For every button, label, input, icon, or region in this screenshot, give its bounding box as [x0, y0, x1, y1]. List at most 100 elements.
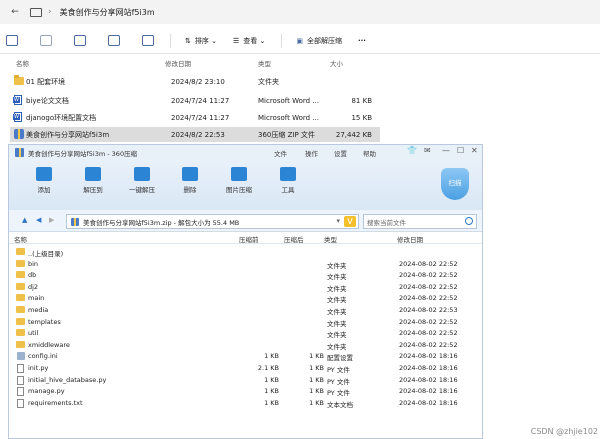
- zip-list-row[interactable]: main 文件夹 2024-08-02 22:52: [9, 293, 482, 305]
- zip-list-row[interactable]: media 文件夹 2024-08-02 22:53: [9, 305, 482, 317]
- zip-window: 美食创作与分享网站f5i3m - 360压缩 文件 操作 设置 帮助 👕 ✉ —…: [8, 144, 483, 439]
- list-item[interactable]: 01 配套环境 2024/8/2 23:10 文件夹: [10, 74, 380, 89]
- row-modified: 2024-08-02 22:52: [399, 329, 458, 338]
- row-modified: 2024-08-02 18:16: [399, 375, 458, 384]
- menu-settings[interactable]: 设置: [334, 148, 347, 158]
- back-icon[interactable]: ◀: [36, 216, 41, 224]
- forward-icon[interactable]: ▶: [49, 216, 54, 224]
- tools-button[interactable]: 工具: [268, 167, 308, 194]
- paste-icon[interactable]: [40, 35, 52, 46]
- row-name: ..(上级目录): [28, 250, 64, 258]
- word-doc-icon: [13, 95, 22, 105]
- sort-label: 排序: [194, 36, 209, 45]
- column-name[interactable]: 名称: [16, 58, 29, 68]
- zip-list-row[interactable]: db 文件夹 2024-08-02 22:52: [9, 270, 482, 282]
- delete-label: 删除: [183, 186, 197, 194]
- column-after[interactable]: 压缩后: [284, 234, 304, 244]
- zip-list-row[interactable]: init.py 2.1 KB 1 KB PY 文件 2024-08-02 18:16: [9, 363, 482, 375]
- view-button[interactable]: ☰ 查看 ⌄: [233, 36, 265, 46]
- column-size[interactable]: 大小: [330, 58, 343, 68]
- skin-icon[interactable]: 👕: [407, 146, 417, 155]
- back-icon[interactable]: ←: [0, 7, 30, 17]
- config-file-icon: [17, 352, 25, 361]
- minimize-icon[interactable]: —: [442, 146, 450, 155]
- zip-list-row[interactable]: xmiddleware 文件夹 2024-08-02 22:52: [9, 340, 482, 352]
- monitor-icon: [30, 7, 42, 17]
- row-type: 文件夹: [327, 296, 347, 305]
- list-item[interactable]: djanogo环境配置文档 2024/7/24 11:27 Microsoft …: [10, 110, 380, 125]
- column-compressed[interactable]: 压缩前: [239, 234, 259, 244]
- one-click-extract-button[interactable]: 一键解压: [122, 167, 162, 194]
- add-button[interactable]: 添加: [24, 167, 64, 194]
- zip-app-icon: [15, 148, 24, 157]
- zip-list-row[interactable]: dj2 文件夹 2024-08-02 22:52: [9, 282, 482, 294]
- search-icon[interactable]: [465, 217, 473, 225]
- row-modified: 2024-08-02 22:52: [399, 259, 458, 268]
- delete-icon[interactable]: [142, 35, 154, 46]
- column-modified[interactable]: 修改日期: [397, 234, 423, 244]
- chevron-down-icon[interactable]: ▾: [336, 217, 340, 225]
- feedback-icon[interactable]: ✉: [424, 146, 431, 155]
- address-text: 美食创作与分享网站f5i3m.zip - 解包大小为 55.4 MB: [83, 218, 240, 227]
- zip-icon: [71, 217, 79, 226]
- extract-to-label: 解压到: [83, 186, 103, 194]
- row-modified: 2024-08-02 18:16: [399, 352, 458, 361]
- row-compressed: 1 KB: [264, 375, 279, 384]
- delete-button[interactable]: 删除: [170, 167, 210, 194]
- search-placeholder: 搜索当前文件: [367, 218, 406, 227]
- close-icon[interactable]: ✕: [471, 146, 478, 155]
- scan-button[interactable]: 扫描: [441, 168, 469, 200]
- menu-help[interactable]: 帮助: [363, 148, 376, 158]
- folder-icon: [16, 306, 25, 313]
- zip-window-title: 美食创作与分享网站f5i3m - 360压缩: [28, 149, 138, 158]
- column-type[interactable]: 类型: [258, 58, 271, 68]
- zip-list-row[interactable]: initial_hive_database.py 1 KB 1 KB PY 文件 202…: [9, 375, 482, 387]
- maximize-icon[interactable]: ☐: [457, 146, 464, 155]
- extract-all-button[interactable]: ▣ 全部解压缩: [296, 36, 342, 46]
- zip-list-row[interactable]: ..(上级目录): [9, 247, 482, 259]
- row-type: 配置设置: [327, 354, 353, 363]
- explorer-column-header: 名称 修改日期 类型 大小: [10, 56, 382, 70]
- rename-icon[interactable]: [74, 35, 86, 46]
- list-item-selected[interactable]: 美食创作与分享网站f5i3m 2024/8/2 22:53 360压缩 ZIP …: [10, 127, 380, 142]
- more-button[interactable]: ···: [358, 37, 366, 45]
- file-icon: [17, 364, 24, 373]
- file-type: Microsoft Word ...: [258, 96, 319, 105]
- favorite-icon[interactable]: V: [344, 216, 356, 227]
- image-compress-label: 图片压缩: [226, 186, 252, 194]
- add-label: 添加: [37, 186, 51, 194]
- folder-icon: [16, 294, 25, 302]
- column-name[interactable]: 名称: [14, 234, 27, 244]
- zip-list-row[interactable]: manage.py 1 KB 1 KB PY 文件 2024-08-02 18:16: [9, 386, 482, 398]
- view-label: 查看: [243, 36, 258, 45]
- copy-icon[interactable]: [6, 35, 18, 46]
- up-arrow-icon[interactable]: ▲: [22, 216, 27, 224]
- zip-list-row[interactable]: util 文件夹 2024-08-02 22:52: [9, 328, 482, 340]
- row-name: init.py: [28, 364, 49, 372]
- extract-to-button[interactable]: 解压到: [73, 167, 113, 194]
- address-field[interactable]: 美食创作与分享网站f5i3m.zip - 解包大小为 55.4 MB ▾ V: [66, 214, 359, 229]
- row-type: 文件夹: [327, 284, 347, 293]
- share-icon[interactable]: [108, 35, 120, 46]
- row-modified: 2024-08-02 22:52: [399, 340, 458, 349]
- image-compress-button[interactable]: 图片压缩: [219, 167, 259, 194]
- menu-file[interactable]: 文件: [274, 148, 287, 158]
- one-click-extract-label: 一键解压: [129, 186, 155, 194]
- list-item[interactable]: biye论文文档 2024/7/24 11:27 Microsoft Word …: [10, 93, 380, 108]
- search-input[interactable]: 搜索当前文件: [363, 214, 477, 229]
- column-modified[interactable]: 修改日期: [165, 58, 191, 68]
- zip-list-row[interactable]: bin 文件夹 2024-08-02 22:52: [9, 259, 482, 271]
- row-type: 文件夹: [327, 308, 347, 316]
- file-type: 文件夹: [258, 77, 279, 86]
- column-type[interactable]: 类型: [324, 234, 337, 244]
- word-doc-icon: [13, 112, 22, 122]
- file-icon: [17, 398, 24, 408]
- zip-list-row[interactable]: config.ini 1 KB 1 KB 配置设置 2024-08-02 18:16: [9, 351, 482, 363]
- zip-list-row[interactable]: requirements.txt 1 KB 1 KB 文本文档 2024-08-02 1…: [9, 398, 482, 410]
- row-type: 文件夹: [327, 273, 347, 282]
- menu-operate[interactable]: 操作: [305, 148, 318, 158]
- folder-icon: [16, 248, 25, 255]
- zip-list-row[interactable]: templates 文件夹 2024-08-02 22:52: [9, 317, 482, 329]
- row-name: main: [28, 294, 45, 303]
- sort-button[interactable]: ⇅ 排序 ⌄: [185, 36, 217, 46]
